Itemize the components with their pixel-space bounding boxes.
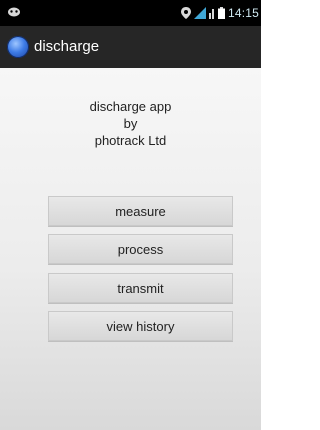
battery-icon: [217, 7, 225, 19]
main-content: discharge app by photrack Ltd measure pr…: [0, 68, 261, 430]
signal-icon: [208, 9, 214, 19]
process-button[interactable]: process: [48, 234, 233, 264]
measure-button[interactable]: measure: [48, 196, 233, 226]
transmit-button[interactable]: transmit: [48, 273, 233, 303]
heading-line-2: by: [123, 116, 138, 131]
network-icon: [193, 7, 206, 19]
location-icon: [180, 7, 191, 19]
heading-line-3: photrack Ltd: [94, 133, 167, 148]
notification-icon: [8, 7, 20, 17]
heading-line-1: discharge app: [89, 99, 172, 114]
status-bar: 14:15: [0, 0, 261, 26]
status-icons: 14:15: [180, 0, 261, 26]
app-logo-icon[interactable]: [7, 36, 29, 58]
app-title: discharge: [34, 38, 100, 55]
view-history-button[interactable]: view history: [48, 311, 233, 341]
status-time: 14:15: [227, 6, 259, 20]
